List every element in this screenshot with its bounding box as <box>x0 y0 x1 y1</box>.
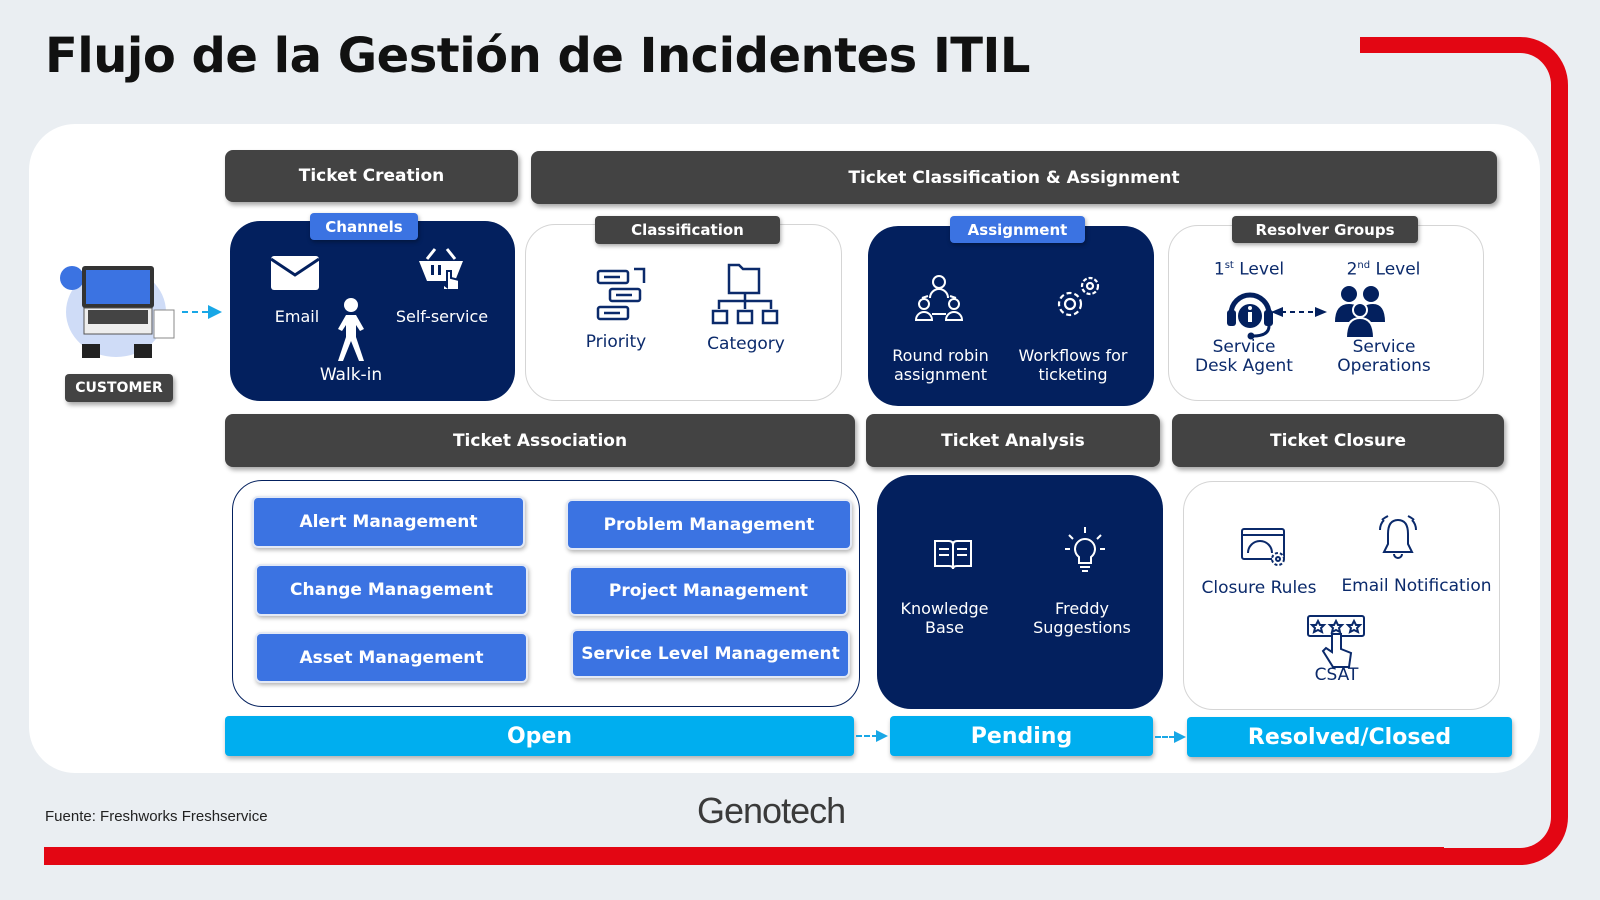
level-2-label: 2nd Level <box>1341 256 1426 280</box>
level-2-word: Level <box>1375 259 1421 280</box>
walk-in-person-icon <box>334 297 368 365</box>
closure-box: Closure Rules Email Notification CSAT <box>1183 481 1500 710</box>
header-ticket-closure: Ticket Closure <box>1172 414 1504 467</box>
header-ticket-creation: Ticket Creation <box>225 150 518 202</box>
header-ticket-analysis: Ticket Analysis <box>866 414 1160 467</box>
level-1-label: 1st Level <box>1209 256 1289 280</box>
category-hierarchy-icon <box>711 263 779 329</box>
service-level-management-item[interactable]: Service Level Management <box>571 629 850 678</box>
level-1-word: Level <box>1239 259 1285 280</box>
resolver-groups-tag: Resolver Groups <box>1232 216 1418 243</box>
round-robin-label: Round robin assignment <box>892 346 989 384</box>
workflow-gears-icon <box>1052 274 1102 324</box>
assignment-tag: Assignment <box>950 216 1085 243</box>
category-label: Category <box>707 334 785 354</box>
knowledge-base-book-icon <box>933 537 973 571</box>
priority-list-icon <box>596 265 648 325</box>
bidirectional-arrow-icon <box>1271 306 1327 318</box>
email-icon <box>270 255 320 291</box>
self-service-basket-icon <box>417 247 465 297</box>
genotech-logo: Genotech <box>697 790 846 832</box>
status-flow-arrow <box>1155 736 1175 738</box>
arrow-head-icon <box>1174 731 1186 743</box>
priority-label: Priority <box>585 332 647 352</box>
header-ticket-association: Ticket Association <box>225 414 855 467</box>
closure-rules-dashboard-icon <box>1240 527 1288 569</box>
channel-email-label: Email <box>274 307 320 326</box>
level-2-suffix: nd <box>1357 260 1371 271</box>
resolver-groups-box: 1st Level 2nd Level Service Desk Agent S… <box>1168 225 1484 401</box>
status-open: Open <box>225 716 854 756</box>
source-note: Fuente: Freshworks Freshservice <box>45 808 268 825</box>
level-1-suffix: st <box>1224 260 1234 271</box>
project-management-item[interactable]: Project Management <box>569 566 848 616</box>
status-resolved-closed: Resolved/Closed <box>1187 717 1512 757</box>
service-operations-label: Service Operations <box>1337 337 1431 376</box>
email-notification-label: Email Notification <box>1341 576 1492 596</box>
service-desk-agent-label: Service Desk Agent <box>1195 337 1293 376</box>
channels-box: Email Self-service Walk-in <box>230 221 515 401</box>
round-robin-users-icon <box>914 274 964 324</box>
assignment-box: Round robin assignment Workflows for tic… <box>868 226 1154 406</box>
status-pending: Pending <box>890 716 1153 756</box>
header-classification-assignment: Ticket Classification & Assignment <box>531 151 1497 204</box>
flow-arrow <box>182 311 208 313</box>
arrow-head-icon <box>876 730 888 742</box>
workflows-label: Workflows for ticketing <box>1018 346 1128 384</box>
brand-frame-bottom <box>44 847 1444 865</box>
problem-management-item[interactable]: Problem Management <box>566 499 852 550</box>
notification-bell-icon <box>1376 512 1420 562</box>
asset-management-item[interactable]: Asset Management <box>255 632 528 683</box>
headset-agent-icon <box>1225 286 1275 340</box>
team-group-icon <box>1335 284 1385 338</box>
lightbulb-icon <box>1063 525 1107 575</box>
channels-tag: Channels <box>310 213 418 240</box>
page-title: Flujo de la Gestión de Incidentes ITIL <box>45 28 1031 84</box>
arrow-head-icon <box>208 305 222 319</box>
channel-walk-in-label: Walk-in <box>319 365 383 385</box>
customer-label: CUSTOMER <box>65 374 173 402</box>
analysis-box: Knowledge Base Freddy Suggestions <box>877 475 1163 709</box>
logo-text: Genotech <box>697 790 846 831</box>
freddy-suggestions-label: Freddy Suggestions <box>1033 599 1131 637</box>
laptop-user-icon <box>56 260 178 362</box>
knowledge-base-label: Knowledge Base <box>900 599 989 637</box>
classification-box: Priority Category <box>525 224 842 401</box>
csat-label: CSAT <box>1314 665 1359 685</box>
channel-self-service-label: Self-service <box>395 307 489 326</box>
change-management-item[interactable]: Change Management <box>255 564 528 616</box>
classification-tag: Classification <box>595 216 780 244</box>
closure-rules-label: Closure Rules <box>1201 578 1317 598</box>
level-2-number: 2 <box>1346 259 1358 280</box>
status-flow-arrow <box>856 735 878 737</box>
level-1-number: 1 <box>1213 259 1225 280</box>
alert-management-item[interactable]: Alert Management <box>252 496 525 548</box>
